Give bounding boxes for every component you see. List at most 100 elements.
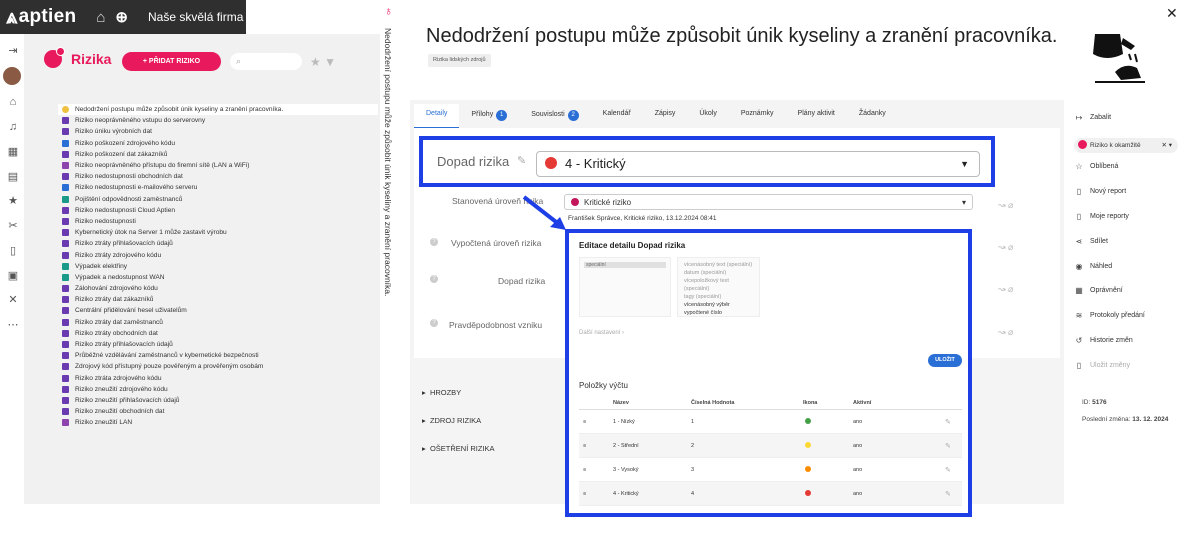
list-item[interactable]: Riziko ztráty zdrojového kódu <box>58 249 378 260</box>
list-item[interactable]: Riziko ztráty přihlašovacích údajů <box>58 238 378 249</box>
status-pill[interactable]: Riziko k okamžitě ✕ ▾ <box>1074 138 1178 153</box>
stanovena-select[interactable]: Kritické riziko ▾ <box>564 194 973 210</box>
type-option[interactable]: vícenásobný text (speciální) <box>684 261 753 269</box>
list-item[interactable]: Centrální přidělování hesel uživatelům <box>58 305 378 316</box>
printer-icon[interactable]: ▣ <box>6 269 20 282</box>
tab-3[interactable]: Kalendář <box>591 104 643 129</box>
sidebar-action[interactable]: ◉ Náhled <box>1072 254 1192 279</box>
edit-icon[interactable]: ✎ <box>945 466 951 474</box>
list-item[interactable]: Riziko nedostupnosti <box>58 216 378 227</box>
list-item[interactable]: Zdrojový kód přístupný pouze pověřeným a… <box>58 361 378 372</box>
company-name[interactable]: Naše skvělá firma <box>148 10 243 24</box>
help-icon[interactable]: ? <box>430 319 438 327</box>
edit-icon[interactable]: ✎ <box>945 490 951 498</box>
more-settings-link[interactable]: Další nastavení › <box>579 330 624 336</box>
sidebar-action[interactable]: ▯ Uložit změny <box>1072 353 1192 378</box>
list-item[interactable]: Riziko ztráta zdrojového kódu <box>58 373 378 384</box>
history-icon[interactable]: ↝ ⌀ <box>998 327 1013 338</box>
list-item[interactable]: Riziko poškození dat zákazníků <box>58 149 378 160</box>
list-item[interactable]: Riziko úniku výrobních dat <box>58 126 378 137</box>
sidebar-action[interactable]: ▯ Nový report <box>1072 179 1192 204</box>
edit-icon[interactable]: ✎ <box>945 418 951 426</box>
close-icon[interactable]: ✕ <box>1166 5 1178 22</box>
help-icon[interactable]: ? <box>430 275 438 283</box>
table-row[interactable]: ≡ 2 - Střední 2 ano ✎ <box>579 434 962 458</box>
list-item[interactable]: Riziko nedostupnosti obchodních dat <box>58 171 378 182</box>
aptien-logo[interactable]: ⩓ aptien <box>6 6 76 29</box>
tab-6[interactable]: Poznámky <box>729 104 786 129</box>
list-item[interactable]: Pojištění odpovědnosti zaměstnanců <box>58 194 378 205</box>
document-icon[interactable]: ▯ <box>6 244 20 257</box>
list-item[interactable]: Riziko zneužití LAN <box>58 417 378 428</box>
edit-icon[interactable]: ✎ <box>945 442 951 450</box>
more-icon[interactable]: ⋯ <box>6 318 20 331</box>
tab-5[interactable]: Úkoly <box>687 104 729 129</box>
type-option[interactable]: vícenásobný výběr <box>684 301 753 309</box>
drag-handle-icon[interactable]: ≡ <box>583 491 586 497</box>
clear-chevron-icon[interactable]: ✕ ▾ <box>1161 138 1172 153</box>
list-item[interactable]: Riziko zneužití přihlašovacích údajů <box>58 395 378 406</box>
tools-icon[interactable]: ✂ <box>6 219 20 232</box>
list-item[interactable]: Nedodržení postupu může způsobit únik ky… <box>58 104 378 116</box>
sidebar-action[interactable]: ▦ Oprávnění <box>1072 279 1192 304</box>
list-item[interactable]: Zálohování zdrojového kódu <box>58 283 378 294</box>
list-item[interactable]: Riziko nedostupnosti Cloud Aptien <box>58 205 378 216</box>
sidebar-action[interactable]: ☆ Oblíbená <box>1072 155 1192 180</box>
pencil-icon[interactable]: ✎ <box>517 154 526 167</box>
list-item[interactable]: Riziko zneužití obchodních dat <box>58 406 378 417</box>
list-item[interactable]: Riziko neoprávněného přístupu do firemní… <box>58 160 378 171</box>
expand-icon[interactable]: ⇥ <box>6 44 20 57</box>
sidebar-action[interactable]: ≋ Protokoly předání <box>1072 303 1192 328</box>
history-icon[interactable]: ↝ ⌀ <box>998 284 1013 295</box>
table-row[interactable]: ≡ 3 - Vysoký 3 ano ✎ <box>579 458 962 482</box>
tab-7[interactable]: Plány aktivit <box>786 104 847 129</box>
drag-handle-icon[interactable]: ≡ <box>583 467 586 473</box>
avatar[interactable] <box>3 67 21 85</box>
accordion-hrozby[interactable]: ▸ HROZBY <box>422 388 461 397</box>
star-icon[interactable]: ★ <box>6 194 20 207</box>
help-icon[interactable]: ? <box>430 238 438 246</box>
tab-4[interactable]: Zápisy <box>643 104 688 129</box>
sidebar-action[interactable]: ▯ Moje reporty <box>1072 204 1192 229</box>
type-option[interactable]: vícepoložkový text (speciální) <box>684 277 753 293</box>
list-item[interactable]: Riziko ztráty dat zaměstnanců <box>58 317 378 328</box>
settings-icon[interactable]: ✕ <box>6 293 20 306</box>
search-input[interactable]: ⌕ <box>230 53 302 70</box>
sidebar-action[interactable]: ↺ Historie změn <box>1072 328 1192 353</box>
type-option[interactable]: tagy (speciální) <box>684 293 753 301</box>
table-row[interactable]: ≡ 1 - Nízký 1 ano ✎ <box>579 410 962 434</box>
home-icon[interactable]: ⌂ <box>96 9 105 26</box>
clipboard-icon[interactable]: ▤ <box>6 170 20 183</box>
list-item[interactable]: Kybernetický útok na Server 1 může zasta… <box>58 227 378 238</box>
tab-1[interactable]: Přílohy 1 <box>459 104 519 129</box>
list-item[interactable]: Výpadek elektřiny <box>58 261 378 272</box>
dopad-select[interactable]: 4 - Kritický ▼ <box>536 151 980 177</box>
bell-icon[interactable]: ♫ <box>6 121 20 133</box>
collapse-button[interactable]: ↦ Zabalit <box>1072 105 1192 130</box>
favorite-filter-icon[interactable]: ★ ▼ <box>310 55 336 69</box>
list-item[interactable]: Riziko zneužití zdrojového kódu <box>58 384 378 395</box>
history-icon[interactable]: ↝ ⌀ <box>998 200 1013 211</box>
type-option[interactable]: vypočtené číslo <box>684 309 753 317</box>
accordion-zdroj[interactable]: ▸ ZDROJ RIZIKA <box>422 416 481 425</box>
list-item[interactable]: Riziko ztráty přihlašovacích údajů <box>58 339 378 350</box>
calendar-icon[interactable]: ▦ <box>6 145 20 158</box>
list-item[interactable]: Průběžné vzdělávání zaměstnanců v kybern… <box>58 350 378 361</box>
table-row[interactable]: ≡ 4 - Kritický 4 ano ✎ <box>579 482 962 506</box>
add-icon[interactable]: ⊕ <box>115 8 128 26</box>
save-button[interactable]: ULOŽIT <box>928 354 962 367</box>
category-tag[interactable]: Rizika lidských zdrojů <box>428 54 491 67</box>
list-item[interactable]: Riziko poškození zdrojového kódu <box>58 138 378 149</box>
drag-handle-icon[interactable]: ≡ <box>583 419 586 425</box>
drag-handle-icon[interactable]: ≡ <box>583 443 586 449</box>
tab-8[interactable]: Žádanky <box>847 104 898 129</box>
list-item[interactable]: Riziko ztráty obchodních dat <box>58 328 378 339</box>
history-icon[interactable]: ↝ ⌀ <box>998 242 1013 253</box>
tab-2[interactable]: Souvislosti 2 <box>519 104 590 129</box>
add-risk-button[interactable]: + PŘIDAT RIZIKO <box>122 52 221 71</box>
list-item[interactable]: Riziko ztráty dat zákazníků <box>58 294 378 305</box>
sidebar-action[interactable]: ⋖ Sdílet <box>1072 229 1192 254</box>
tab-0[interactable]: Detaily <box>414 104 460 129</box>
list-item[interactable]: Výpadek a nedostupnost WAN <box>58 272 378 283</box>
type-option[interactable]: datum (speciální) <box>684 269 753 277</box>
